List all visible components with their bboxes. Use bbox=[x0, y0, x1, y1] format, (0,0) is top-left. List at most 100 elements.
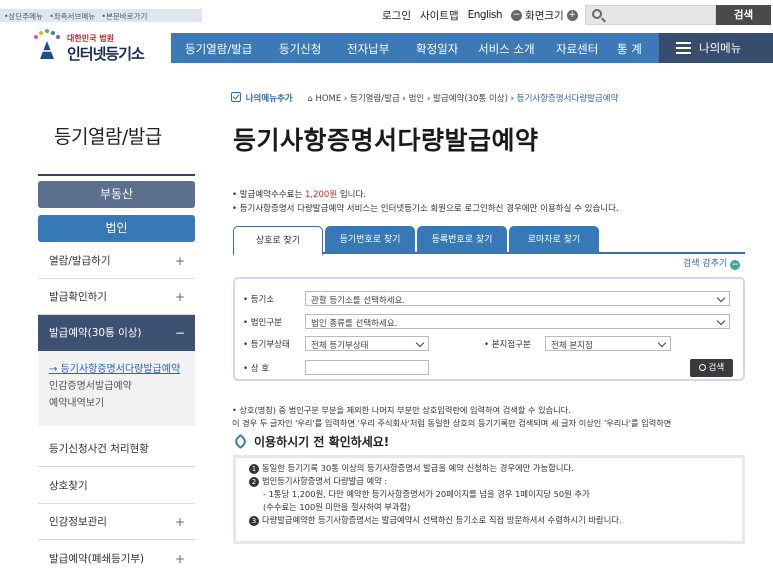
hide-search-toggle[interactable]: 검색 감추기 − bbox=[683, 256, 741, 270]
tab-by-registry-number[interactable]: 등기번호로 찾기 bbox=[325, 226, 415, 254]
login-notice: • 등기사항증명서 다량발급예약 서비스는 인터넷등기소 회원으로 로그인하신 … bbox=[232, 204, 619, 214]
check-item: - 1통당 1,200원, 다만 예약한 등기사항증명서가 20페이지를 넘을 … bbox=[249, 488, 729, 501]
number-1-icon: 1 bbox=[249, 464, 259, 474]
breadcrumb-current: 등기사항증명서다량발급예약 bbox=[516, 94, 619, 104]
tab-by-registration-number[interactable]: 등록번호로 찾기 bbox=[417, 226, 507, 254]
sidebar-item-label: 등기신청사건 처리현황 bbox=[49, 443, 149, 455]
corp-type-select[interactable]: 법인 종류를 선택하세요. bbox=[305, 314, 730, 329]
search-note: • 상호(명칭) 중 법인구분 부분을 제외한 나머지 부분만 상호입력란에 입… bbox=[232, 404, 671, 430]
check-item: (수수료는 100원 미만을 절사하여 부과함) bbox=[249, 501, 729, 514]
corp-type-label: • 법인구분 bbox=[243, 318, 282, 328]
info-text: • 발급예약수수료는 1,200원 입니다. • 등기사항증명서 다량발급예약 … bbox=[232, 188, 619, 216]
sidebar-subitem-seal-reservation[interactable]: 인감증명서발급예약 bbox=[49, 378, 195, 395]
sidebar-item-case-status[interactable]: 등기신청사건 처리현황 bbox=[38, 431, 195, 467]
breadcrumb-path[interactable]: HOME › 등기열람/발급 › 법인 › 발급예약(30통 이상) › bbox=[315, 94, 514, 104]
my-menu-button[interactable]: 나의메뉴 bbox=[659, 33, 773, 63]
gnb-item-service-intro[interactable]: 서비스 소개 bbox=[478, 41, 535, 57]
my-menu-label: 나의메뉴 bbox=[699, 41, 742, 55]
search-input[interactable] bbox=[585, 5, 716, 25]
branch-label: • 본지점구분 bbox=[484, 340, 531, 350]
skip-link-content[interactable]: •본문바로가기 bbox=[102, 12, 148, 21]
gnb-item-view-issue[interactable]: 등기열람/발급 bbox=[185, 41, 252, 57]
check-item-text: (수수료는 100원 미만을 절사하여 부과함) bbox=[263, 502, 411, 512]
fee-prefix: • 발급예약수수료는 bbox=[232, 190, 305, 200]
registry-select[interactable]: 관할 등기소를 선택하세요. bbox=[305, 291, 730, 306]
status-select[interactable]: 전체 등기부상태 bbox=[305, 336, 429, 351]
gnb-item-payment[interactable]: 전자납부 bbox=[347, 41, 389, 57]
check-item-text: 다량발급예약한 등기사항증명서는 발급예약시 선택하신 등기소로 직접 방문하셔… bbox=[262, 515, 622, 525]
registry-label: • 등기소 bbox=[243, 295, 275, 305]
logo-title: 인터넷등기소 bbox=[67, 45, 145, 63]
name-input[interactable] bbox=[305, 360, 429, 375]
site-logo[interactable]: 대한민국 법원 인터넷등기소 bbox=[30, 29, 165, 63]
skip-link-lnb[interactable]: •좌측서브메뉴 bbox=[49, 12, 95, 21]
form-search-label: 검색 bbox=[708, 363, 725, 373]
checkbox-icon bbox=[231, 92, 241, 102]
zoom-label: 화면크기 bbox=[525, 9, 564, 22]
hamburger-icon bbox=[676, 42, 691, 54]
note-line: • 상호(명칭) 중 법인구분 부분을 제외한 나머지 부분만 상호입력란에 입… bbox=[232, 405, 571, 415]
check-item-text: - 1통당 1,200원, 다만 예약한 등기사항증명서가 20페이지를 넘을 … bbox=[263, 489, 590, 499]
check-item: 3 다량발급예약한 등기사항증명서는 발급예약시 선택하신 등기소로 직접 방문하… bbox=[249, 514, 729, 527]
check-item: 2 법인등기사항증명서 다량발급 예약 : bbox=[249, 475, 729, 488]
gnb-item-statistics[interactable]: 통 계 bbox=[617, 41, 642, 57]
court-logo-icon bbox=[34, 29, 60, 59]
note-line: 이 경우 두 글자인 '우리'를 입력하면 '우리 주식회사'처럼 동일한 상호… bbox=[232, 418, 672, 428]
sidebar-subitem-bulk-reservation[interactable]: → 등기사항증명서다량발급예약 bbox=[49, 361, 195, 378]
search-icon bbox=[592, 9, 602, 19]
form-search-button[interactable]: 검색 bbox=[690, 359, 733, 377]
check-title: 이용하시기 전 확인하세요! bbox=[232, 433, 390, 450]
sidebar-item-seal-info[interactable]: 인감정보관리 + bbox=[38, 504, 195, 540]
add-my-menu-link[interactable]: 나의메뉴추가 bbox=[246, 94, 293, 104]
gnb-item-data-center[interactable]: 자료센터 bbox=[556, 41, 598, 57]
sidebar-tab-corporation[interactable]: 법인 bbox=[38, 215, 195, 242]
check-item-text: 동일한 등기기록 30통 이상의 등기사항증명서 발급을 예약 신청하는 경우에… bbox=[262, 463, 574, 473]
zoom-in-icon[interactable]: + bbox=[566, 9, 578, 21]
sidebar-item-label: 인감정보관리 bbox=[49, 516, 107, 528]
plus-icon: + bbox=[174, 552, 185, 566]
check-box: 1 동일한 등기기록 30통 이상의 등기사항증명서 발급을 예약 신청하는 경우… bbox=[233, 455, 745, 544]
hide-search-label: 검색 감추기 bbox=[683, 259, 728, 269]
search-button[interactable]: 검색 bbox=[716, 5, 771, 25]
sidebar-item-label: 열람/발급하기 bbox=[49, 255, 111, 267]
search-icon bbox=[698, 364, 706, 371]
sidebar-item-name-search[interactable]: 상호찾기 bbox=[38, 468, 195, 504]
sidebar-item-issue-reservation[interactable]: 발급예약(30통 이상) − bbox=[38, 315, 195, 351]
sidebar-tab-real-estate[interactable]: 부동산 bbox=[38, 181, 195, 208]
zoom-out-icon[interactable]: − bbox=[511, 9, 523, 21]
status-label: • 등기부상태 bbox=[243, 340, 290, 350]
sitemap-link[interactable]: 사이트맵 bbox=[420, 8, 459, 23]
number-2-icon: 2 bbox=[249, 477, 259, 487]
sidebar-item-issue-check[interactable]: 발급확인하기 + bbox=[38, 279, 195, 315]
check-item-text: 법인등기사항증명서 다량발급 예약 : bbox=[262, 476, 388, 486]
sidebar-item-label: 발급예약(30통 이상) bbox=[49, 327, 142, 339]
sidebar-item-closed-reservation[interactable]: 발급예약(폐쇄등기부) + bbox=[38, 541, 195, 574]
collapse-icon: − bbox=[730, 260, 741, 270]
search-form: • 등기소 관할 등기소를 선택하세요. • 법인구분 법인 종류를 선택하세요… bbox=[233, 277, 745, 381]
sidebar-item-label: 발급예약(폐쇄등기부) bbox=[49, 553, 145, 565]
search-tabs: 상호로 찾기 등기번호로 찾기 등록번호로 찾기 로마자로 찾기 bbox=[233, 226, 745, 256]
gnb-item-fixed-date[interactable]: 확정일자 bbox=[416, 41, 458, 57]
sidebar-item-label: 발급확인하기 bbox=[49, 291, 107, 303]
english-link[interactable]: English bbox=[468, 9, 503, 21]
main-navigation: 등기열람/발급 등기신청 전자납부 확정일자 서비스 소개 자료센터 통 계 bbox=[171, 33, 659, 63]
check-title-text: 이용하시기 전 확인하세요! bbox=[254, 435, 390, 449]
sidebar-subitem-reservation-history[interactable]: 예약내역보기 bbox=[49, 395, 195, 412]
sidebar-title: 등기열람/발급 bbox=[54, 126, 162, 148]
name-label: • 상 호 bbox=[243, 364, 270, 374]
pin-icon bbox=[232, 433, 249, 450]
breadcrumb: 나의메뉴추가 ⌂ HOME › 등기열람/발급 › 법인 › 발급예약(30통 … bbox=[231, 92, 618, 104]
skip-link-gnb[interactable]: •상단주메뉴 bbox=[4, 12, 43, 21]
branch-select[interactable]: 전체 본지점 bbox=[545, 336, 671, 351]
gnb-item-application[interactable]: 등기신청 bbox=[279, 41, 321, 57]
tab-by-roman[interactable]: 로마자로 찾기 bbox=[509, 226, 599, 254]
sidebar-submenu: → 등기사항증명서다량발급예약 인감증명서발급예약 예약내역보기 bbox=[38, 351, 195, 426]
sidebar-divider bbox=[38, 174, 195, 176]
login-link[interactable]: 로그인 bbox=[382, 8, 411, 23]
plus-icon: + bbox=[174, 290, 185, 304]
tab-by-name[interactable]: 상호로 찾기 bbox=[233, 226, 323, 256]
fee-suffix: 입니다. bbox=[337, 190, 367, 200]
sidebar-item-view-issue[interactable]: 열람/발급하기 + bbox=[38, 243, 195, 279]
minus-icon: − bbox=[174, 326, 185, 340]
sidebar-item-label: 상호찾기 bbox=[49, 480, 88, 492]
